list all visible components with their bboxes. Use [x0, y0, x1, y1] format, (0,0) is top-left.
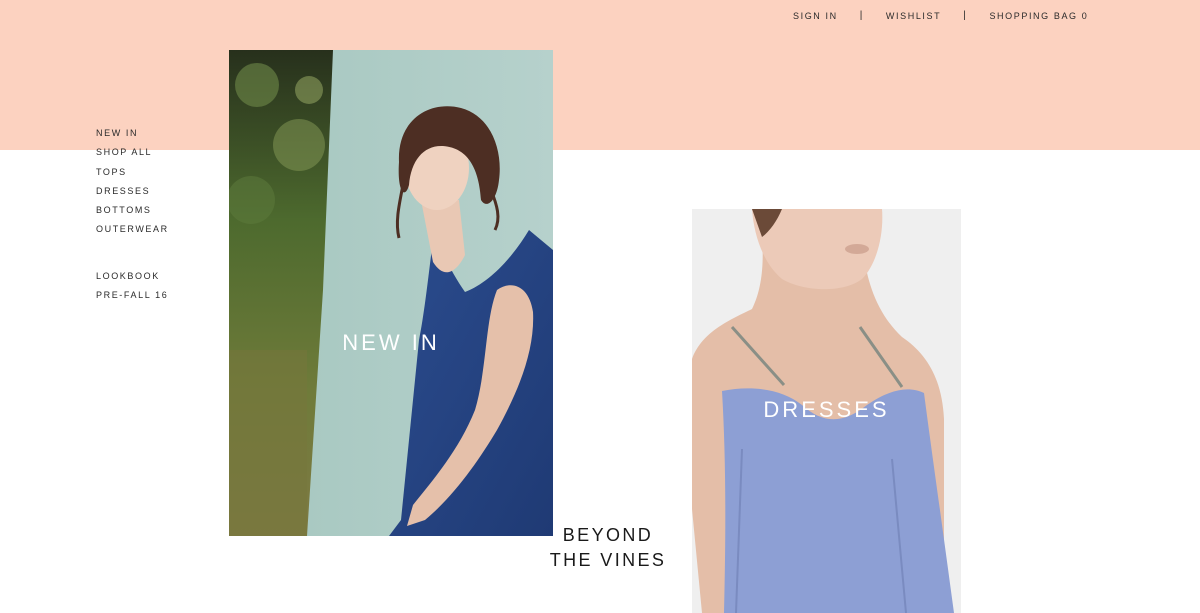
sidebar-nav: NEW IN SHOP ALL TOPS DRESSES BOTTOMS OUT…: [96, 128, 169, 309]
sidebar-item-dresses[interactable]: DRESSES: [96, 186, 169, 205]
sidebar-item-shop-all[interactable]: SHOP ALL: [96, 147, 169, 166]
sidebar-item-new-in[interactable]: NEW IN: [96, 128, 169, 147]
new-in-photo: [229, 50, 553, 536]
beyond-the-vines-link[interactable]: BEYOND THE VINES: [540, 523, 676, 573]
wishlist-link[interactable]: WISHLIST: [886, 11, 941, 21]
header-band: [0, 0, 1200, 150]
dresses-tile[interactable]: DRESSES: [692, 209, 961, 613]
sidebar-item-bottoms[interactable]: BOTTOMS: [96, 205, 169, 224]
sidebar-item-outerwear[interactable]: OUTERWEAR: [96, 224, 169, 243]
nav-separator: |: [963, 10, 968, 21]
new-in-tile[interactable]: NEW IN: [229, 50, 553, 536]
top-nav: SIGN IN | WISHLIST | SHOPPING BAG 0: [793, 10, 1088, 21]
sidebar-item-pre-fall[interactable]: PRE-FALL 16: [96, 290, 169, 309]
new-in-tile-label: NEW IN: [342, 330, 440, 355]
beyond-line-2: THE VINES: [549, 550, 667, 570]
shopping-bag-link[interactable]: SHOPPING BAG 0: [989, 11, 1088, 21]
nav-separator: |: [859, 10, 864, 21]
sign-in-link[interactable]: SIGN IN: [793, 11, 838, 21]
sidebar-item-tops[interactable]: TOPS: [96, 167, 169, 186]
beyond-line-1: BEYOND: [562, 525, 654, 545]
dresses-tile-label: DRESSES: [763, 397, 890, 422]
sidebar-item-lookbook[interactable]: LOOKBOOK: [96, 271, 169, 290]
